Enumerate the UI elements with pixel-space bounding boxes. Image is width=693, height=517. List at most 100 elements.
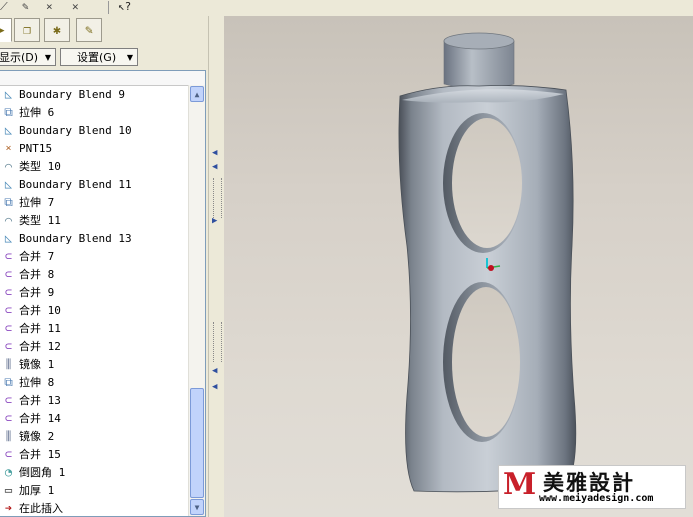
model-tree-tab[interactable]: ▸: [0, 18, 12, 42]
tree-item[interactable]: ⧉ 拉伸 7: [0, 193, 190, 211]
lower-opening: [452, 287, 520, 437]
tree-menu-bar: 显示(D) ▼ 设置(G) ▼: [0, 47, 208, 69]
thicken-icon: ▭: [4, 483, 13, 497]
style-feature-icon: ⌒: [4, 213, 13, 227]
bottle-model: [398, 32, 577, 493]
graphics-viewport[interactable]: [224, 16, 693, 517]
tree-item[interactable]: ⫼ 镜像 1: [0, 355, 190, 373]
tree-item-label: 在此插入: [19, 502, 63, 515]
display-toolbar: ⟋ ✎ × ✕ ↖?: [0, 0, 693, 17]
tree-item[interactable]: ➔ 在此插入: [0, 499, 190, 516]
tree-item[interactable]: ⊂ 合并 8: [0, 265, 190, 283]
tree-item[interactable]: ◺ Boundary Blend 10: [0, 121, 190, 139]
merge-icon: ⊂: [4, 303, 13, 317]
tree-item[interactable]: ⊂ 合并 7: [0, 247, 190, 265]
boundary-blend-icon: ◺: [4, 177, 13, 191]
tree-item-label: PNT15: [19, 141, 53, 155]
tree-item-label: 拉伸 7: [19, 196, 55, 209]
model-tree-header: [0, 71, 205, 86]
favorites-icon: ✎: [85, 22, 93, 38]
tree-item-label: Boundary Blend 10: [19, 123, 132, 137]
chevron-left-icon[interactable]: ◀: [212, 366, 217, 376]
chevron-down-icon: ▼: [44, 52, 51, 62]
tree-item[interactable]: ⌒ 类型 10: [0, 157, 190, 175]
tree-item[interactable]: ▭ 加厚 1: [0, 481, 190, 499]
merge-icon: ⊂: [4, 447, 13, 461]
tree-item[interactable]: ⊂ 合并 14: [0, 409, 190, 427]
extrude-icon: ⧉: [4, 374, 13, 389]
splitter-grip: [213, 178, 222, 218]
navigator-panel: ▸ ❐ ✱ ✎ 显示(D) ▼ 设置(G) ▼ ◺ Boundary Blend …: [0, 16, 208, 517]
csys-display-icon[interactable]: ✕: [72, 0, 79, 14]
datum-display-icon[interactable]: ⟋: [0, 0, 8, 14]
model-tree-icon: ▸: [0, 22, 6, 38]
tree-item-label: 加厚 1: [19, 484, 55, 497]
upper-opening: [452, 118, 522, 248]
neck-rim: [443, 32, 515, 50]
scroll-up-button[interactable]: ▲: [190, 86, 204, 102]
chevron-down-icon: ▼: [126, 52, 133, 62]
chevron-left-icon[interactable]: ◀: [212, 162, 217, 172]
tree-item[interactable]: ⌒ 类型 11: [0, 211, 190, 229]
extrude-icon: ⧉: [4, 194, 13, 209]
sketch-display-icon[interactable]: ✎: [22, 0, 29, 14]
tree-item-label: 类型 11: [19, 214, 61, 227]
tree-item-label: 镜像 1: [19, 358, 55, 371]
tree-item[interactable]: ⊂ 合并 12: [0, 337, 190, 355]
round-icon: ◔: [4, 465, 13, 479]
merge-icon: ⊂: [4, 393, 13, 407]
merge-icon: ⊂: [4, 249, 13, 263]
style-feature-icon: ⌒: [4, 159, 13, 173]
datum-point-marker[interactable]: [488, 265, 494, 271]
tree-item-label: Boundary Blend 11: [19, 177, 132, 191]
tree-item[interactable]: ⊂ 合并 13: [0, 391, 190, 409]
scroll-down-button[interactable]: ▼: [190, 499, 204, 515]
layers-tab[interactable]: ❐: [14, 18, 40, 42]
tree-item[interactable]: × PNT15: [0, 139, 190, 157]
chevron-left-icon[interactable]: ◀: [212, 148, 217, 158]
tree-item[interactable]: ⊂ 合并 10: [0, 301, 190, 319]
chevron-right-icon[interactable]: ▶: [212, 216, 217, 226]
point-display-icon[interactable]: ×: [46, 0, 53, 14]
toolbar-separator: [108, 1, 109, 14]
model-tree: ◺ Boundary Blend 9 ⧉ 拉伸 6 ◺ Boundary Blend 10…: [0, 70, 206, 517]
settings-menu[interactable]: 设置(G) ▼: [60, 48, 138, 66]
settings-menu-label: 设置(G): [77, 51, 117, 64]
layers-icon: ❐: [23, 22, 31, 38]
merge-icon: ⊂: [4, 267, 13, 281]
merge-icon: ⊂: [4, 321, 13, 335]
boundary-blend-icon: ◺: [4, 231, 13, 245]
tree-item[interactable]: ⫼ 镜像 2: [0, 427, 190, 445]
tree-item[interactable]: ◺ Boundary Blend 9: [0, 85, 190, 103]
help-pointer-icon[interactable]: ↖?: [118, 0, 131, 14]
panel-splitter[interactable]: ◀ ◀ ▶ ◀ ◀: [208, 16, 224, 517]
tree-item[interactable]: ⧉ 拉伸 8: [0, 373, 190, 391]
tree-item-label: 拉伸 6: [19, 106, 55, 119]
merge-icon: ⊂: [4, 339, 13, 353]
model-tree-scrollbar[interactable]: ▲ ▼: [188, 85, 205, 516]
tree-item[interactable]: ⊂ 合并 9: [0, 283, 190, 301]
extrude-icon: ⧉: [4, 104, 13, 119]
favorites-tab[interactable]: ✎: [76, 18, 102, 42]
tree-item-label: 合并 7: [19, 250, 55, 263]
logo-url-text: www.meiyadesign.com: [539, 493, 654, 504]
tree-item[interactable]: ◔ 倒圆角 1: [0, 463, 190, 481]
logo-mark-icon: M: [503, 467, 537, 502]
chevron-left-icon[interactable]: ◀: [212, 382, 217, 392]
tree-item-label: 合并 9: [19, 286, 55, 299]
datum-point-icon: ×: [5, 142, 12, 154]
tree-item[interactable]: ⧉ 拉伸 6: [0, 103, 190, 121]
tree-item[interactable]: ◺ Boundary Blend 13: [0, 229, 190, 247]
tree-item-label: 合并 11: [19, 322, 61, 335]
show-menu[interactable]: 显示(D) ▼: [0, 48, 56, 66]
tree-item-label: 拉伸 8: [19, 376, 55, 389]
tree-item[interactable]: ◺ Boundary Blend 11: [0, 175, 190, 193]
tree-item[interactable]: ⊂ 合并 15: [0, 445, 190, 463]
scroll-thumb[interactable]: [190, 388, 204, 498]
show-menu-label: 显示(D): [0, 51, 39, 64]
tree-item[interactable]: ⊂ 合并 11: [0, 319, 190, 337]
tree-item-label: Boundary Blend 13: [19, 231, 132, 245]
tree-item-label: 类型 10: [19, 160, 61, 173]
mirror-icon: ⫼: [5, 356, 12, 371]
folder-browser-tab[interactable]: ✱: [44, 18, 70, 42]
